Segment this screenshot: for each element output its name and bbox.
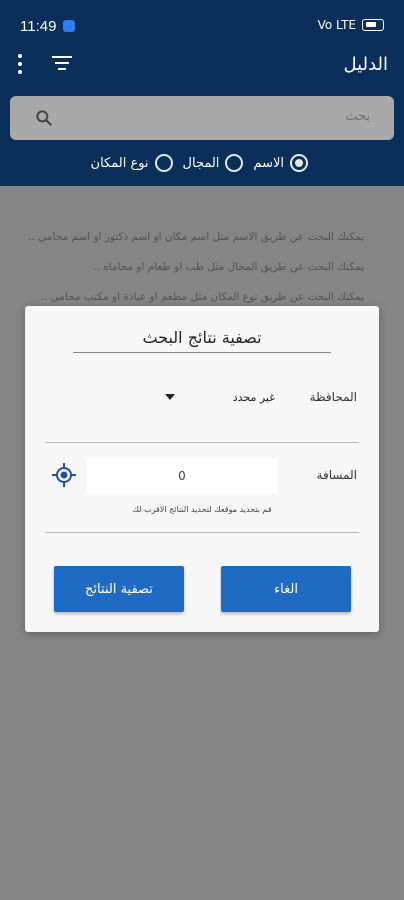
search-input-placeholder[interactable]: بحث (345, 109, 370, 124)
title-divider (73, 352, 331, 353)
dropdown-arrow-icon[interactable] (165, 394, 175, 400)
governorate-value: غير محدد (232, 390, 275, 404)
status-indicators: Vo LTE (318, 18, 384, 32)
search-bar[interactable]: بحث (10, 96, 394, 140)
notification-app-icon (63, 20, 75, 32)
battery-icon (362, 19, 384, 31)
radio-label: نوع المكان (90, 155, 149, 171)
radio-button-icon[interactable] (154, 154, 173, 172)
radio-place-type[interactable]: نوع المكان (91, 154, 173, 172)
app-header: 11:49 Vo LTE الدليل بحث الاسم المجال نوع… (0, 0, 404, 186)
divider (45, 532, 359, 533)
more-vert-icon[interactable] (14, 52, 26, 76)
filter-dialog: تصفية نتائج البحث المحافظة غير محدد المس… (25, 306, 379, 632)
radio-button-icon[interactable] (225, 154, 244, 172)
divider (45, 442, 359, 443)
governorate-label: المحافظة (309, 390, 357, 404)
radio-field[interactable]: المجال (183, 154, 244, 172)
radio-name[interactable]: الاسم (253, 154, 308, 172)
my-location-icon[interactable] (51, 462, 77, 488)
signal-text: Vo LTE (317, 18, 356, 32)
governorate-select[interactable]: غير محدد (165, 386, 275, 408)
cancel-button[interactable]: الغاء (221, 566, 351, 612)
distance-input[interactable]: 0 (87, 458, 277, 494)
app-bar: الدليل (0, 52, 404, 82)
status-bar: 11:49 Vo LTE (0, 0, 404, 52)
distance-label: المسافة (316, 468, 357, 482)
radio-label: الاسم (253, 155, 284, 171)
filter-results-button[interactable]: تصفية النتائج (54, 566, 184, 612)
search-type-radio-group: الاسم المجال نوع المكان (0, 150, 404, 176)
search-icon[interactable] (34, 108, 54, 128)
app-title: الدليل (343, 54, 388, 75)
radio-button-checked-icon[interactable] (290, 154, 308, 172)
distance-hint: قم بتحديد موقعك لتحديد النتائج الاقرب لك (132, 505, 272, 514)
filter-list-icon[interactable] (52, 56, 72, 72)
status-time: 11:49 (20, 18, 57, 35)
dialog-title: تصفية نتائج البحث (142, 328, 262, 347)
radio-label: المجال (182, 155, 220, 171)
